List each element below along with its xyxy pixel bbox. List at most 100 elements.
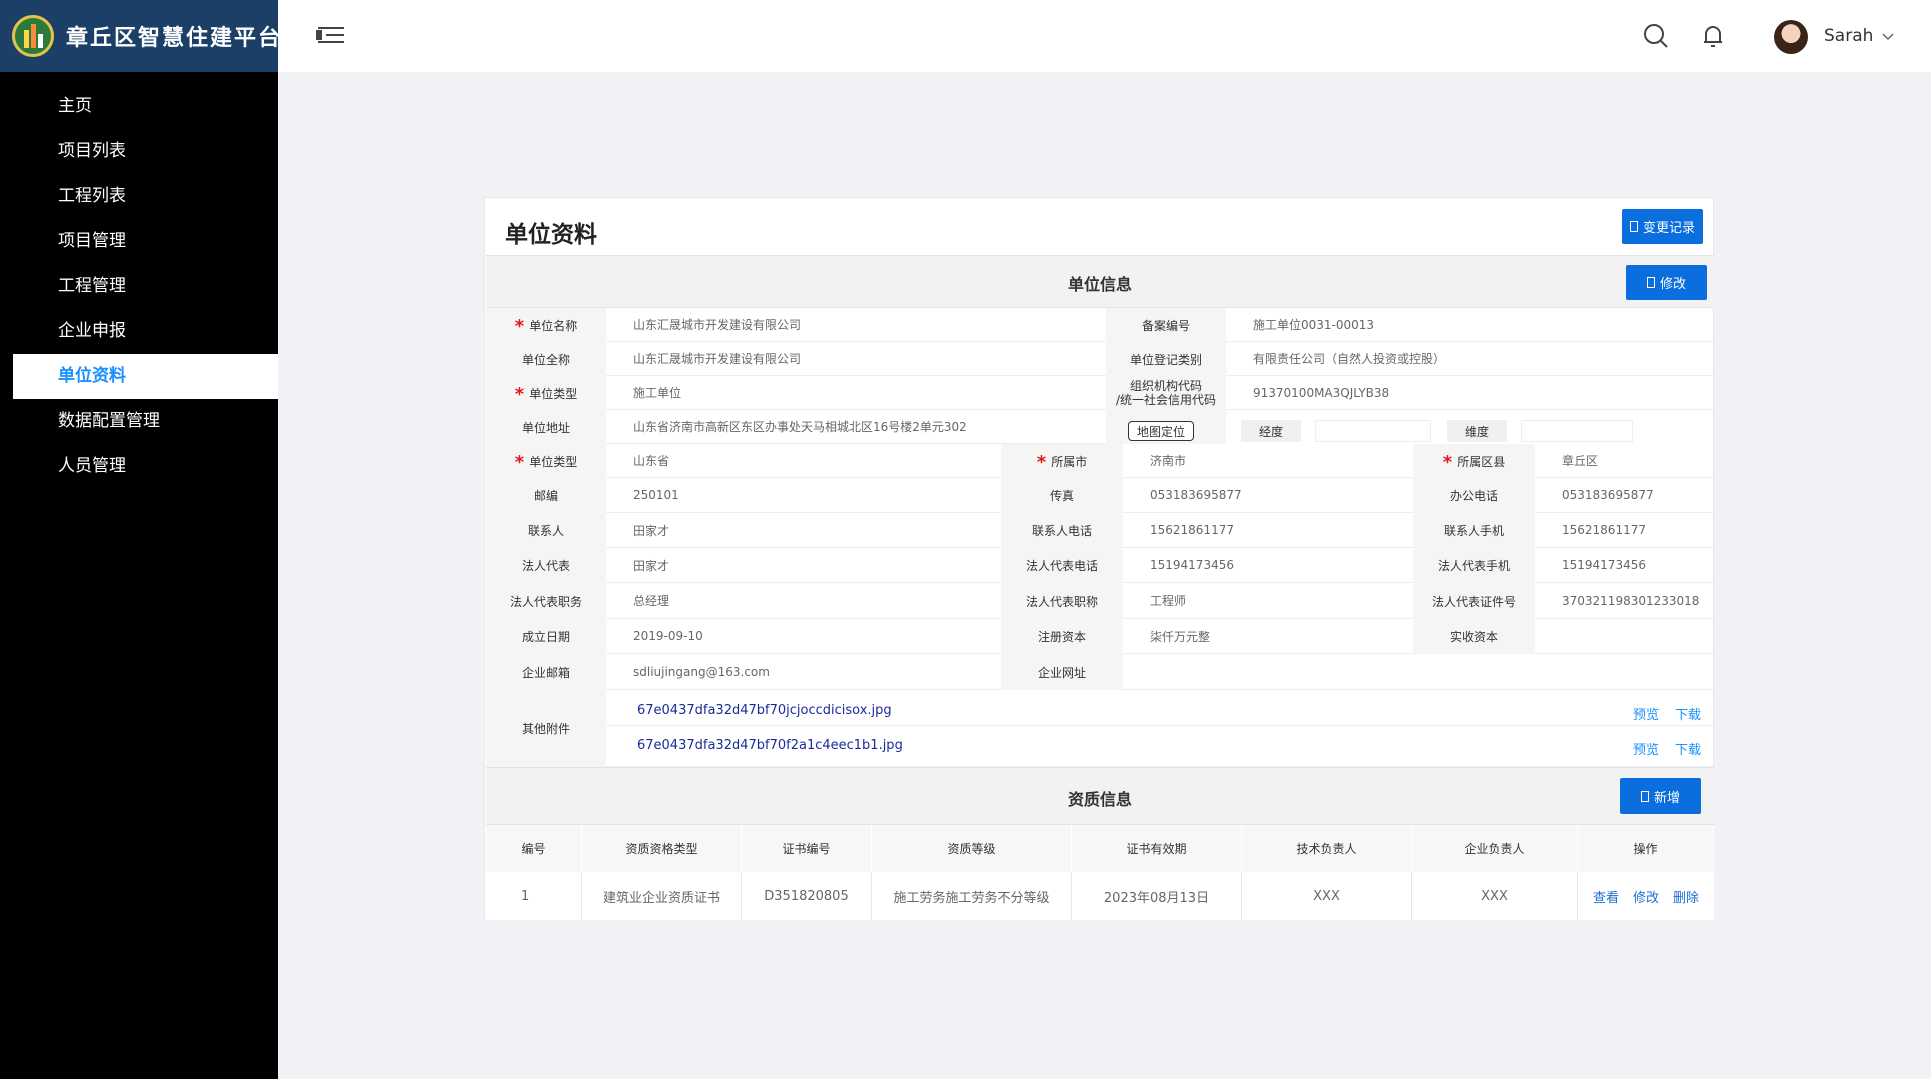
label-legal-phone: 法人代表电话 <box>1001 548 1123 583</box>
sidebar-item-engineering-list[interactable]: 工程列表 <box>0 174 278 219</box>
view-link[interactable]: 查看 <box>1593 887 1619 906</box>
app-logo <box>12 15 54 57</box>
value-province: 山东省 <box>606 444 1001 478</box>
label-unit-name: * 单位名称 <box>486 308 606 342</box>
bell-icon[interactable] <box>1699 22 1727 50</box>
value-found-date: 2019-09-10 <box>606 619 1001 654</box>
unit-profile-panel: 单位资料 变更记录 单位信息 修改 * 单位名称 山东汇晟城市开发建设有限公司 备… <box>484 197 1714 920</box>
value-legal-mobile: 15194173456 <box>1535 548 1714 583</box>
unit-info-header: 单位信息 <box>486 255 1714 308</box>
value-email: sdliujingang@163.com <box>606 654 1001 690</box>
label-contact-phone: 联系人电话 <box>1001 513 1123 548</box>
edit-button[interactable]: 修改 <box>1626 265 1707 300</box>
label-attachments: 其他附件 <box>486 690 606 767</box>
sidebar-menu: 主页 项目列表 工程列表 项目管理 工程管理 企业申报 单位资料 数据配置管理 … <box>0 72 278 489</box>
column-header: 技术负责人 <box>1242 825 1412 872</box>
value-contact-mobile: 15621861177 <box>1535 513 1714 548</box>
value-contact: 田家才 <box>606 513 1001 548</box>
sidebar-item-home[interactable]: 主页 <box>0 84 278 129</box>
value-paid-capital <box>1535 619 1714 654</box>
sidebar-item-enterprise-declaration[interactable]: 企业申报 <box>0 309 278 354</box>
download-link[interactable]: 下载 <box>1675 704 1701 723</box>
label-legal-post: 法人代表职务 <box>486 583 606 619</box>
cell-type: 建筑业企业资质证书 <box>582 872 742 920</box>
sidebar-item-project-management[interactable]: 项目管理 <box>0 219 278 264</box>
longitude-input[interactable] <box>1315 420 1431 442</box>
sidebar-item-unit-profile[interactable]: 单位资料 <box>13 354 278 399</box>
preview-link[interactable]: 预览 <box>1633 739 1659 758</box>
label-province: * 单位类型 <box>486 444 606 478</box>
label-legal-mobile: 法人代表手机 <box>1413 548 1535 583</box>
value-fax: 053183695877 <box>1123 478 1413 513</box>
latitude-input[interactable] <box>1521 420 1633 442</box>
brand-bar: 章丘区智慧住建平台 <box>0 0 280 72</box>
value-district: 章丘区 <box>1535 444 1714 478</box>
cell-no: 1 <box>486 872 582 920</box>
sidebar-item-engineering-management[interactable]: 工程管理 <box>0 264 278 309</box>
sidebar-item-data-config[interactable]: 数据配置管理 <box>0 399 278 444</box>
qualification-title: 资质信息 <box>1067 790 1132 809</box>
label-address: 单位地址 <box>486 410 606 444</box>
column-header: 企业负责人 <box>1412 825 1578 872</box>
menu-collapse-icon[interactable] <box>316 24 344 46</box>
label-contact: 联系人 <box>486 513 606 548</box>
required-mark: * <box>1036 452 1047 473</box>
top-header: Sarah <box>278 0 1931 72</box>
label-latitude: 维度 <box>1447 420 1507 442</box>
label-legal-rep: 法人代表 <box>486 548 606 583</box>
attachment-link[interactable]: 67e0437dfa32d47bf70jcjoccdicisox.jpg <box>637 703 892 718</box>
value-reg-type: 有限责任公司（自然人投资或控股） <box>1226 342 1714 376</box>
value-address: 山东省济南市高新区东区办事处天马相城北区16号楼2单元302 <box>606 410 1106 444</box>
delete-link[interactable]: 删除 <box>1673 887 1699 906</box>
cell-level: 施工劳务施工劳务不分等级 <box>872 872 1072 920</box>
change-log-button[interactable]: 变更记录 <box>1622 209 1703 244</box>
label-fax: 传真 <box>1001 478 1123 513</box>
value-contact-phone: 15621861177 <box>1123 513 1413 548</box>
value-city: 济南市 <box>1123 444 1413 478</box>
unit-info-title: 单位信息 <box>1067 275 1132 294</box>
label-email: 企业邮箱 <box>486 654 606 690</box>
preview-link[interactable]: 预览 <box>1633 704 1659 723</box>
column-header: 操作 <box>1578 825 1714 872</box>
cell-corp-lead: XXX <box>1412 872 1578 920</box>
column-header: 编号 <box>486 825 582 872</box>
label-website: 企业网址 <box>1001 654 1123 690</box>
value-full-name: 山东汇晟城市开发建设有限公司 <box>606 342 1106 376</box>
label-legal-id: 法人代表证件号 <box>1413 583 1535 619</box>
value-reg-capital: 柒仟万元整 <box>1123 619 1413 654</box>
label-city: * 所属市 <box>1001 444 1123 478</box>
label-found-date: 成立日期 <box>486 619 606 654</box>
required-mark: * <box>514 316 525 337</box>
value-legal-title: 工程师 <box>1123 583 1413 619</box>
label-reg-type: 单位登记类别 <box>1106 342 1226 376</box>
value-unit-name: 山东汇晟城市开发建设有限公司 <box>606 308 1106 342</box>
avatar[interactable] <box>1774 20 1808 54</box>
cell-valid: 2023年08月13日 <box>1072 872 1242 920</box>
label-legal-title: 法人代表职称 <box>1001 583 1123 619</box>
search-icon[interactable] <box>1642 22 1670 50</box>
user-name[interactable]: Sarah <box>1824 26 1873 46</box>
value-legal-phone: 15194173456 <box>1123 548 1413 583</box>
qualification-header: 资质信息 <box>486 767 1714 825</box>
attachment-link[interactable]: 67e0437dfa32d47bf70f2a1c4eec1b1.jpg <box>637 738 903 753</box>
label-unit-type: * 单位类型 <box>486 376 606 410</box>
label-office-phone: 办公电话 <box>1413 478 1535 513</box>
column-header: 资质等级 <box>872 825 1072 872</box>
required-mark: * <box>1442 452 1453 473</box>
chevron-down-icon[interactable] <box>1880 28 1896 44</box>
sidebar-item-project-list[interactable]: 项目列表 <box>0 129 278 174</box>
column-header: 资质资格类型 <box>582 825 742 872</box>
download-link[interactable]: 下载 <box>1675 739 1701 758</box>
label-paid-capital: 实收资本 <box>1413 619 1535 654</box>
value-office-phone: 053183695877 <box>1535 478 1714 513</box>
cell-cert-no: D351820805 <box>742 872 872 920</box>
value-postcode: 250101 <box>606 478 1001 513</box>
map-locate-button[interactable]: 地图定位 <box>1128 421 1194 441</box>
add-qualification-button[interactable]: 新增 <box>1620 778 1701 814</box>
cell-tech-lead: XXX <box>1242 872 1412 920</box>
edit-link[interactable]: 修改 <box>1633 887 1659 906</box>
label-contact-mobile: 联系人手机 <box>1413 513 1535 548</box>
sidebar-item-personnel[interactable]: 人员管理 <box>0 444 278 489</box>
value-org-code: 91370100MA3QJLYB38 <box>1226 376 1714 410</box>
label-longitude: 经度 <box>1241 420 1301 442</box>
